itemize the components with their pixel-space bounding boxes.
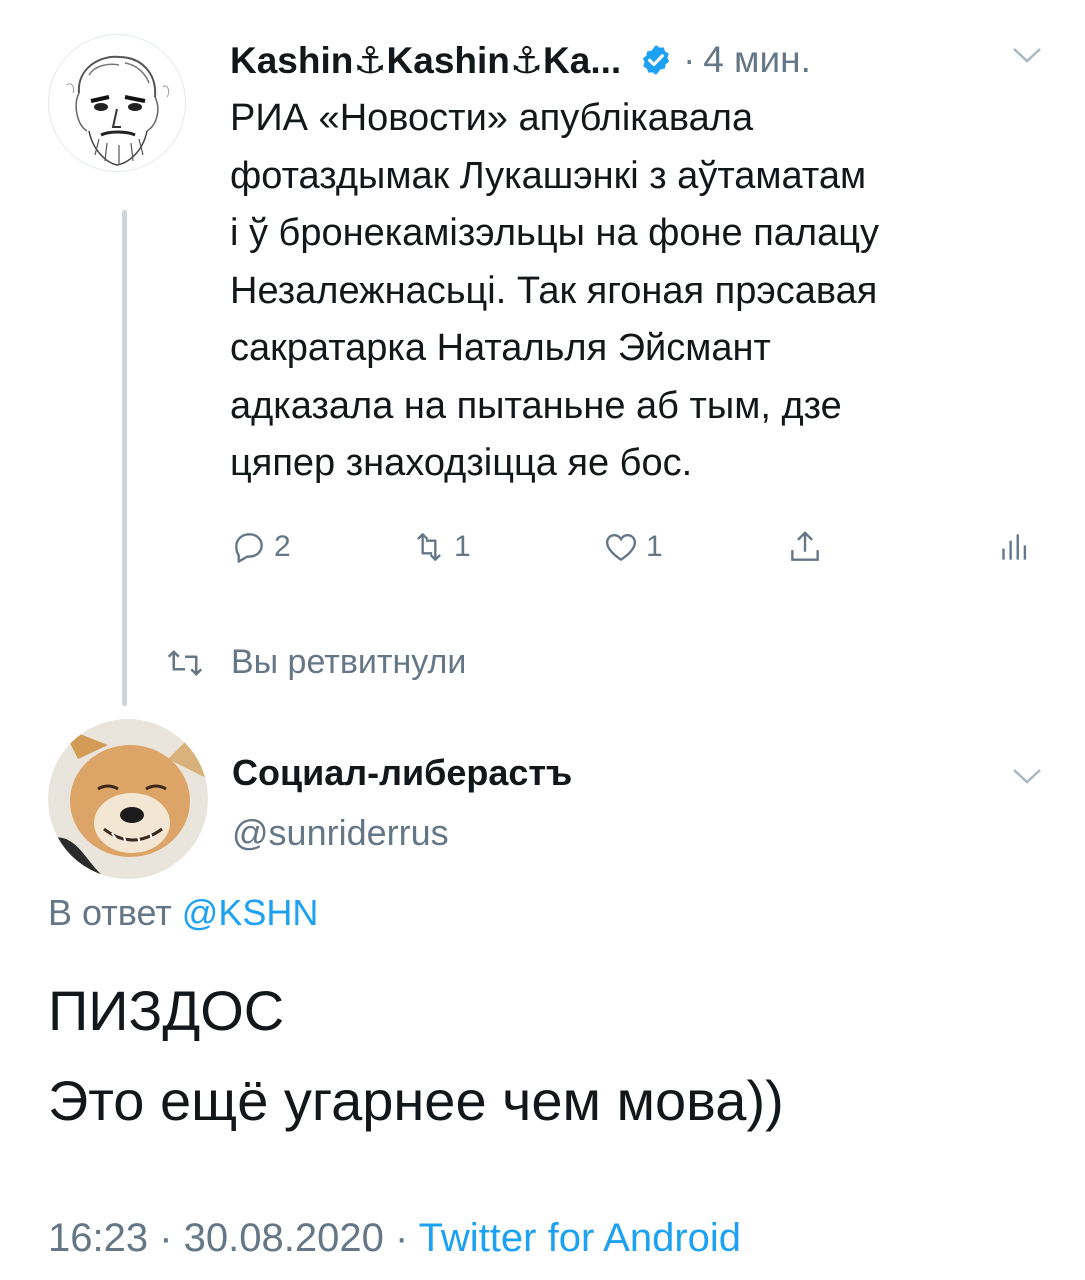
share-icon <box>791 531 819 561</box>
chevron-down-icon[interactable] <box>1010 44 1044 66</box>
chevron-down-icon[interactable] <box>1010 765 1044 787</box>
like-icon <box>605 533 637 562</box>
reply-icon <box>235 533 263 563</box>
verified-badge-icon <box>643 45 670 75</box>
retweeted-indicator: Вы ретвитнули <box>165 643 466 682</box>
analytics-icon <box>1002 534 1027 560</box>
quoted-tweet-header: Kashin⚓Kashin⚓Ka... · 4 мин. <box>230 32 811 88</box>
thread-line <box>122 210 127 706</box>
tweet-text-line: цяпер знаходзіцца яе бос. <box>230 442 693 484</box>
reply-mention-link[interactable]: @KSHN <box>182 892 319 933</box>
tweet-source-link[interactable]: Twitter for Android <box>419 1216 741 1260</box>
reply-author-avatar[interactable] <box>48 719 208 879</box>
reply-author-name[interactable]: Социал-либерастъ <box>232 752 572 794</box>
tweet-text-line: Незалежнасьці. Так ягоная прэсавая <box>230 269 878 312</box>
tweet-text-line: і ў бронекамізэльцы на фоне палацу <box>230 212 879 254</box>
tweet-text-line: фотаздымак Лукашэнкі з аўтаматам <box>230 154 867 197</box>
reply-author-handle[interactable]: @sunriderrus <box>232 812 449 854</box>
reply-context: В ответ @KSHN <box>48 892 318 934</box>
reply-text-line: ПИЗДОС <box>48 979 285 1042</box>
retweet-icon <box>417 533 441 561</box>
share-button[interactable] <box>786 528 824 566</box>
tweet-text-line: сакратарка Натальля Эйсмант <box>230 327 771 369</box>
like-count: 1 <box>646 530 663 563</box>
author-avatar-sketch[interactable] <box>48 34 186 172</box>
retweet-count: 1 <box>454 530 471 563</box>
tweet-actions: 2 1 1 <box>230 528 1040 578</box>
retweet-button[interactable]: 1 <box>410 528 471 566</box>
tweet-text: РИА «Новости» апублікавала фотаздымак Лу… <box>230 90 1050 493</box>
reply-text-line: Это ещё угарнее чем мова)) <box>48 1069 784 1132</box>
tweet-text-line: адказала на пытаньне аб тым, дзе <box>230 384 842 427</box>
header-separator: · <box>683 39 696 80</box>
tweet-timestamp: 16:23 · 30.08.2020 · <box>48 1216 419 1260</box>
reply-prefix: В ответ <box>48 892 172 933</box>
reply-button[interactable]: 2 <box>230 528 291 566</box>
tweet-time[interactable]: 4 мин. <box>703 39 811 81</box>
tweet-footer: 16:23 · 30.08.2020 · Twitter for Android <box>48 1216 741 1261</box>
tweet-text-line: РИА «Новости» апублікавала <box>230 97 754 139</box>
author-name[interactable]: Kashin⚓Kashin⚓Ka... <box>230 39 621 82</box>
reply-count: 2 <box>274 530 291 563</box>
analytics-button[interactable] <box>994 528 1032 566</box>
retweeted-label: Вы ретвитнули <box>231 643 467 681</box>
retweet-icon <box>167 650 203 675</box>
like-button[interactable]: 1 <box>602 528 663 566</box>
